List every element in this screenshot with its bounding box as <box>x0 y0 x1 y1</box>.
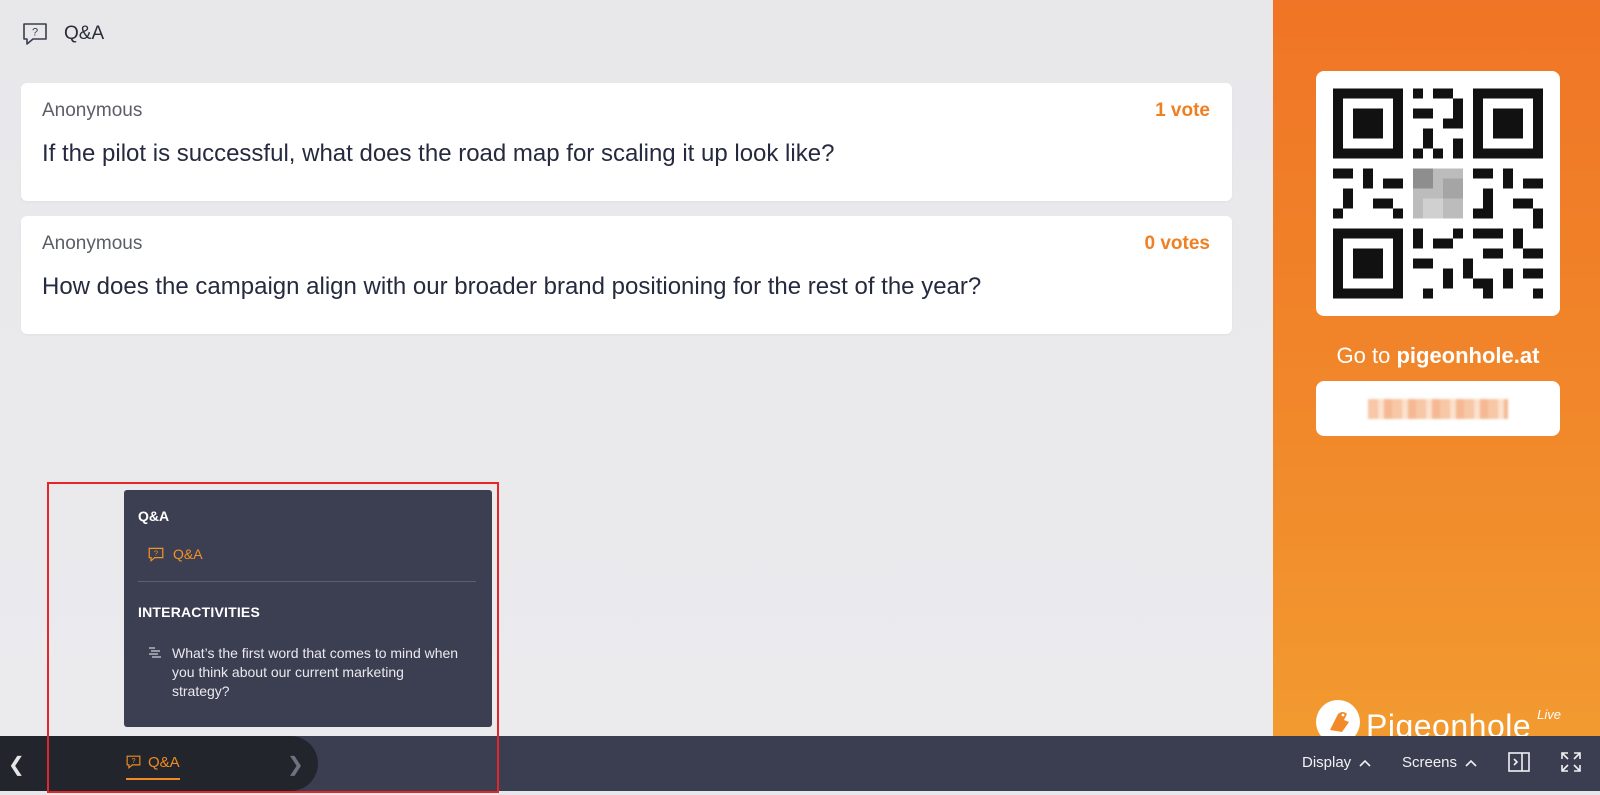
menu-item-qa-label: Q&A <box>173 546 203 562</box>
bottom-toolbar: ❮ ? Q&A ❯ Display Screens <box>0 736 1600 791</box>
interactivity-question: What’s the first word that comes to mind… <box>172 645 459 699</box>
join-site: pigeonhole.at <box>1396 343 1540 368</box>
menu-item-interactivity[interactable]: What’s the first word that comes to mind… <box>148 644 462 701</box>
chevron-right-icon[interactable]: ❯ <box>287 752 304 777</box>
chevron-left-icon[interactable]: ❮ <box>8 752 25 777</box>
screen-tabs: ❮ ? Q&A ❯ <box>0 736 318 791</box>
question-card[interactable]: Anonymous 1 vote If the pilot is success… <box>21 83 1232 201</box>
side-panel-toggle-icon[interactable] <box>1507 750 1531 774</box>
join-panel: Go to pigeonhole.at Pigeonhole Live <box>1273 0 1600 744</box>
page-title: Q&A <box>64 23 105 44</box>
passcode-box <box>1316 381 1560 436</box>
svg-text:?: ? <box>132 758 136 765</box>
chevron-up-icon <box>1359 759 1371 767</box>
question-bubble-icon: ? <box>23 23 47 45</box>
vote-count: 1 vote <box>1155 100 1210 121</box>
menu-item-qa[interactable]: ? Q&A <box>148 546 203 562</box>
menu-section-interactivities: INTERACTIVITIES <box>138 604 261 620</box>
join-prefix: Go to <box>1336 343 1397 368</box>
vote-count: 0 votes <box>1144 233 1210 254</box>
qr-code <box>1316 71 1560 316</box>
menu-section-qa: Q&A <box>138 508 170 524</box>
fullscreen-icon[interactable] <box>1559 750 1583 774</box>
display-button[interactable]: Display <box>1302 754 1371 771</box>
page-header: ? Q&A <box>22 22 104 46</box>
passcode-redacted <box>1368 399 1508 419</box>
question-bubble-icon: ? <box>148 547 164 562</box>
screens-label: Screens <box>1402 754 1458 771</box>
qr-code-image <box>1333 88 1543 299</box>
tab-qa-label: Q&A <box>148 753 180 771</box>
question-text: If the pilot is successful, what does th… <box>42 140 835 167</box>
question-author: Anonymous <box>42 100 143 121</box>
display-label: Display <box>1302 754 1352 771</box>
menu-divider <box>138 581 476 582</box>
question-card[interactable]: Anonymous 0 votes How does the campaign … <box>21 216 1232 334</box>
svg-text:?: ? <box>154 548 158 557</box>
question-bubble-icon: ? <box>126 755 141 769</box>
screen-selector-menu: Q&A ? Q&A INTERACTIVITIES What’s the fir… <box>124 490 492 727</box>
brand-suffix: Live <box>1537 707 1561 722</box>
screens-button[interactable]: Screens <box>1402 754 1477 771</box>
word-cloud-icon <box>149 647 161 658</box>
svg-text:?: ? <box>32 27 38 39</box>
question-author: Anonymous <box>42 233 143 254</box>
question-text: How does the campaign align with our bro… <box>42 273 982 300</box>
join-instruction: Go to pigeonhole.at <box>1273 343 1600 369</box>
tab-qa[interactable]: ? Q&A <box>126 748 180 780</box>
chevron-up-icon <box>1465 759 1477 767</box>
